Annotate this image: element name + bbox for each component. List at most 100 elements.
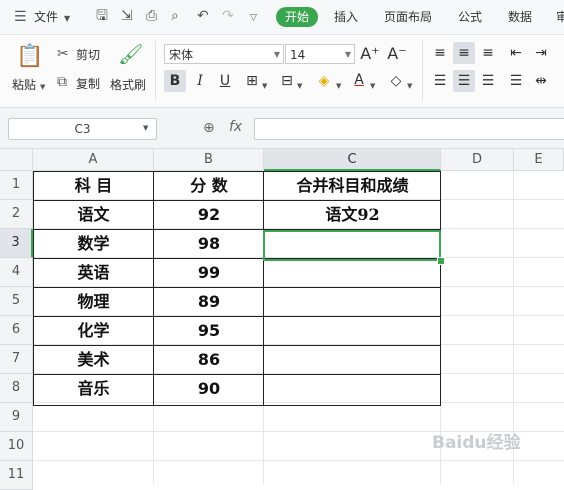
font-color-icon[interactable]: A: [348, 69, 370, 91]
chevron-down-icon[interactable]: ▼: [336, 78, 341, 94]
chevron-down-icon[interactable]: ▼: [297, 78, 302, 94]
cell-a6[interactable]: 化学: [33, 316, 154, 345]
row-header[interactable]: 4: [0, 258, 33, 287]
tab-page-layout[interactable]: 页面布局: [384, 8, 432, 25]
paste-dropdown-icon[interactable]: ▼: [40, 79, 45, 95]
cell-b2[interactable]: 92: [154, 200, 264, 229]
row-header[interactable]: 11: [0, 461, 33, 490]
tab-start[interactable]: 开始: [276, 7, 318, 27]
chevron-down-icon[interactable]: ▼: [370, 78, 375, 94]
active-cell-selection[interactable]: [263, 230, 441, 261]
cell-b8[interactable]: 90: [154, 374, 264, 403]
cut-button[interactable]: 剪切: [76, 46, 100, 63]
print-preview-icon[interactable]: ⌕: [171, 8, 179, 24]
cell-c4[interactable]: [264, 258, 441, 287]
redo-icon[interactable]: ↷: [222, 8, 234, 24]
tab-review[interactable]: 审: [556, 8, 564, 25]
fill-handle[interactable]: [437, 257, 445, 265]
chevron-down-icon: ▼: [273, 50, 280, 59]
align-right-icon[interactable]: ☰: [477, 70, 499, 92]
cell-c7[interactable]: [264, 345, 441, 374]
row-header[interactable]: 7: [0, 345, 33, 374]
chevron-down-icon[interactable]: ▼: [262, 78, 267, 94]
formula-input[interactable]: [254, 118, 564, 140]
underline-button[interactable]: U: [214, 70, 236, 92]
grow-font-icon[interactable]: A⁺: [359, 43, 381, 65]
font-size-select[interactable]: 14 ▼: [285, 44, 355, 64]
print-icon[interactable]: ⎙: [146, 8, 157, 24]
justify-icon[interactable]: ☰: [505, 70, 527, 92]
shrink-font-icon[interactable]: A⁻: [386, 43, 408, 65]
cell-a1[interactable]: 科 目: [33, 171, 154, 200]
hamburger-menu-icon[interactable]: ☰: [14, 9, 27, 25]
row-header[interactable]: 3: [0, 229, 33, 258]
copy-icon[interactable]: ⧉: [57, 74, 67, 90]
bold-button[interactable]: B: [164, 70, 186, 92]
cell-a5[interactable]: 物理: [33, 287, 154, 316]
row-header[interactable]: 6: [0, 316, 33, 345]
align-bottom-icon[interactable]: ≡: [477, 42, 499, 64]
font-name-select[interactable]: 宋体 ▼: [164, 44, 284, 64]
column-header-a[interactable]: A: [33, 149, 154, 171]
column-header-e[interactable]: E: [514, 149, 564, 171]
export-icon[interactable]: ⇲: [121, 8, 133, 24]
cell-a2[interactable]: 语文: [33, 200, 154, 229]
tab-formulas[interactable]: 公式: [458, 8, 482, 25]
undo-icon[interactable]: ↶: [197, 8, 209, 24]
customize-toolbar-icon[interactable]: ▽: [250, 10, 257, 26]
increase-indent-icon[interactable]: ⇥: [530, 42, 552, 64]
align-center-icon[interactable]: ☰: [453, 70, 475, 92]
cell-c5[interactable]: [264, 287, 441, 316]
save-icon[interactable]: 🖫: [96, 8, 108, 24]
cell-a7[interactable]: 美术: [33, 345, 154, 374]
cell-b1[interactable]: 分 数: [154, 171, 264, 200]
tab-insert[interactable]: 插入: [334, 8, 358, 25]
align-top-icon[interactable]: ≡: [429, 42, 451, 64]
cell-c8[interactable]: [264, 374, 441, 403]
decrease-indent-icon[interactable]: ⇤: [505, 42, 527, 64]
format-painter-icon[interactable]: 🖌: [118, 43, 143, 65]
zoom-lookup-icon[interactable]: ⊕: [203, 120, 215, 136]
chevron-down-icon[interactable]: ▼: [64, 11, 70, 27]
scissors-icon[interactable]: ✂: [57, 46, 69, 62]
row-header[interactable]: 9: [0, 403, 33, 432]
cell-a3[interactable]: 数学: [33, 229, 154, 258]
cell-b3[interactable]: 98: [154, 229, 264, 258]
tab-data[interactable]: 数据: [508, 8, 532, 25]
file-menu[interactable]: 文件: [34, 8, 58, 25]
align-left-icon[interactable]: ☰: [429, 70, 451, 92]
row-header[interactable]: 2: [0, 200, 33, 229]
italic-button[interactable]: I: [189, 70, 211, 92]
cell-c2[interactable]: 语文92: [264, 200, 441, 229]
paste-button[interactable]: 粘贴: [12, 76, 36, 93]
row-header[interactable]: 8: [0, 374, 33, 403]
column-header-b[interactable]: B: [154, 149, 264, 171]
align-middle-icon[interactable]: ≡: [453, 42, 475, 64]
distributed-align-icon[interactable]: ⇹: [530, 70, 552, 92]
row-header[interactable]: 5: [0, 287, 33, 316]
border-icon[interactable]: ⊞: [241, 70, 263, 92]
fill-color-icon[interactable]: ◈: [313, 70, 335, 92]
column-header-d[interactable]: D: [441, 149, 514, 171]
chevron-down-icon[interactable]: ▼: [407, 78, 412, 94]
column-header-c[interactable]: C: [264, 149, 441, 171]
cell-a8[interactable]: 音乐: [33, 374, 154, 403]
copy-button[interactable]: 复制: [76, 75, 100, 92]
row-header[interactable]: 1: [0, 171, 33, 200]
format-painter-button[interactable]: 格式刷: [110, 76, 146, 93]
name-box[interactable]: C3: [8, 118, 157, 140]
merge-cells-icon[interactable]: ⊟: [276, 70, 298, 92]
paste-icon[interactable]: 📋: [16, 45, 43, 69]
clear-eraser-icon[interactable]: ◇: [385, 70, 407, 92]
cell-a4[interactable]: 英语: [33, 258, 154, 287]
select-all-corner[interactable]: [0, 149, 33, 171]
cell-b5[interactable]: 89: [154, 287, 264, 316]
cell-b4[interactable]: 99: [154, 258, 264, 287]
cell-c1[interactable]: 合并科目和成绩: [264, 171, 441, 200]
insert-function-icon[interactable]: fx: [229, 119, 242, 135]
cell-b7[interactable]: 86: [154, 345, 264, 374]
row-header[interactable]: 10: [0, 432, 33, 461]
cell-b6[interactable]: 95: [154, 316, 264, 345]
chevron-down-icon[interactable]: ▼: [143, 120, 148, 136]
cell-c6[interactable]: [264, 316, 441, 345]
